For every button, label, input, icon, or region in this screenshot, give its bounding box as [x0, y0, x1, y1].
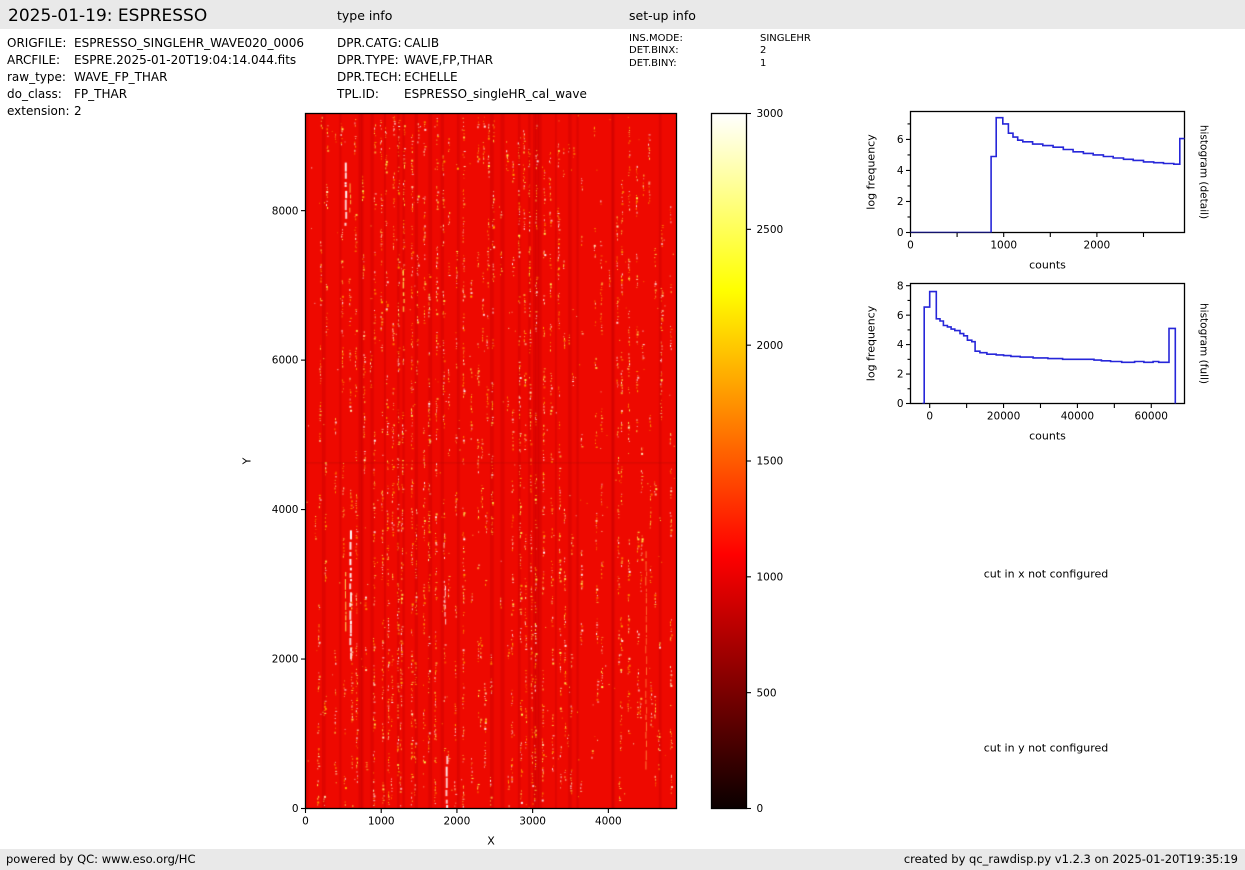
y-axis-label: log frequency [865, 134, 878, 210]
tick-label: 0 [907, 240, 914, 252]
right-axis-label: histogram (full) [1198, 303, 1210, 384]
tick-label: 6000 [272, 355, 299, 367]
setup-info-row: DET.BINX:2 [629, 45, 811, 57]
footer-bar: powered by QC: www.eso.org/HC created by… [0, 849, 1245, 870]
tick-label: 20000 [987, 411, 1020, 423]
field-value: 2 [74, 104, 82, 118]
colorbar-tick-label: 0 [757, 803, 764, 815]
setup-info-row: INS.MODE:SINGLEHR [629, 33, 811, 45]
qc-report-page: 2025-01-19: ESPRESSO type info set-up in… [0, 0, 1245, 870]
field-label: DPR.CATG: [337, 35, 404, 52]
x-axis-label: X [487, 835, 495, 848]
colorbar-tick-label: 2000 [757, 340, 784, 352]
tick-label: 2 [897, 369, 904, 381]
type-info-row: DPR.TECH:ECHELLE [337, 69, 587, 86]
histogram-detail-line [911, 118, 1185, 233]
setup-info-header: set-up info [629, 8, 696, 23]
field-value: WAVE,FP,THAR [404, 53, 493, 67]
colorbar-tick-label: 1500 [757, 456, 784, 468]
tick-label: 2 [897, 196, 904, 208]
tick-label: 3000 [519, 816, 546, 828]
type-info-header: type info [337, 8, 392, 23]
page-title: 2025-01-19: ESPRESSO [8, 6, 207, 26]
type-info-row: DPR.TYPE:WAVE,FP,THAR [337, 52, 587, 69]
tick-label: 8000 [272, 205, 299, 217]
tick-label: 2000 [444, 816, 471, 828]
histogram-detail: 0 1000 2000 0 2 4 6 counts log frequency histogra… [865, 112, 1210, 272]
tick-label: 2000 [272, 654, 299, 666]
colorbar: 0 500 1000 1500 2000 2500 3000 [712, 108, 784, 815]
raw-detector-image [306, 114, 676, 808]
field-label: DPR.TECH: [337, 69, 404, 86]
field-label: DET.BINX: [629, 45, 760, 57]
tick-label: 0 [292, 803, 299, 815]
tick-label: 4 [897, 339, 904, 351]
field-value: 2 [760, 45, 766, 56]
field-label: ORIGFILE: [7, 35, 74, 52]
field-label: INS.MODE: [629, 33, 760, 45]
field-label: extension: [7, 103, 74, 120]
x-axis-label: counts [1029, 259, 1066, 272]
file-info-row: extension:2 [7, 103, 304, 120]
tick-label: 60000 [1135, 411, 1168, 423]
tick-label: 0 [897, 227, 904, 239]
field-label: do_class: [7, 86, 74, 103]
field-value: WAVE_FP_THAR [74, 70, 167, 84]
field-label: ARCFILE: [7, 52, 74, 69]
tick-label: 8 [897, 280, 904, 292]
y-axis-label: log frequency [865, 305, 878, 381]
field-label: raw_type: [7, 69, 74, 86]
tick-label: 6 [897, 134, 904, 146]
file-info-row: ARCFILE:ESPRE.2025-01-20T19:04:14.044.fi… [7, 52, 304, 69]
type-info-row: DPR.CATG:CALIB [337, 35, 587, 52]
histogram-full-line [922, 292, 1175, 404]
type-info-block: DPR.CATG:CALIB DPR.TYPE:WAVE,FP,THAR DPR… [337, 35, 587, 103]
field-label: DET.BINY: [629, 58, 760, 70]
colorbar-tick-label: 2500 [757, 224, 784, 236]
colorbar-tick-label: 3000 [757, 108, 784, 120]
field-value: ESPRESSO_SINGLEHR_WAVE020_0006 [74, 36, 304, 50]
tick-label: 0 [897, 398, 904, 410]
histogram-full: 0 20000 40000 60000 0 2 4 6 8 counts log frequency… [865, 280, 1210, 442]
y-axis-label: Y [241, 457, 254, 465]
colorbar-tick-label: 1000 [757, 571, 784, 583]
right-axis-label: histogram (detail) [1198, 125, 1210, 219]
tick-label: 40000 [1061, 411, 1094, 423]
cut-y-message: cut in y not configured [984, 742, 1109, 755]
title-bar: 2025-01-19: ESPRESSO type info set-up in… [0, 0, 1245, 29]
field-label: TPL.ID: [337, 86, 404, 103]
tick-label: 6 [897, 310, 904, 322]
field-value: SINGLEHR [760, 33, 811, 44]
tick-label: 4 [897, 165, 904, 177]
footer-right: created by qc_rawdisp.py v1.2.3 on 2025-… [904, 849, 1238, 870]
tick-label: 1000 [368, 816, 395, 828]
tick-label: 0 [926, 411, 933, 423]
colorbar-tick-label: 500 [757, 687, 777, 699]
field-value: FP_THAR [74, 87, 127, 101]
footer-left: powered by QC: www.eso.org/HC [6, 849, 195, 870]
x-axis-label: counts [1029, 430, 1066, 443]
cut-x-message: cut in x not configured [984, 568, 1109, 581]
field-value: CALIB [404, 36, 439, 50]
setup-info-row: DET.BINY:1 [629, 58, 811, 70]
tick-label: 4000 [272, 504, 299, 516]
file-info-row: raw_type:WAVE_FP_THAR [7, 69, 304, 86]
field-value: ESPRESSO_singleHR_cal_wave [404, 87, 587, 101]
field-label: DPR.TYPE: [337, 52, 404, 69]
type-info-row: TPL.ID:ESPRESSO_singleHR_cal_wave [337, 86, 587, 103]
field-value: ECHELLE [404, 70, 458, 84]
field-value: ESPRE.2025-01-20T19:04:14.044.fits [74, 53, 296, 67]
field-value: 1 [760, 58, 766, 69]
tick-label: 2000 [1084, 240, 1111, 252]
tick-label: 1000 [990, 240, 1017, 252]
tick-label: 0 [302, 816, 309, 828]
file-info-block: ORIGFILE:ESPRESSO_SINGLEHR_WAVE020_0006 … [7, 35, 304, 120]
tick-label: 4000 [595, 816, 622, 828]
file-info-row: do_class:FP_THAR [7, 86, 304, 103]
setup-info-block: INS.MODE:SINGLEHR DET.BINX:2 DET.BINY:1 [629, 33, 811, 70]
file-info-row: ORIGFILE:ESPRESSO_SINGLEHR_WAVE020_0006 [7, 35, 304, 52]
